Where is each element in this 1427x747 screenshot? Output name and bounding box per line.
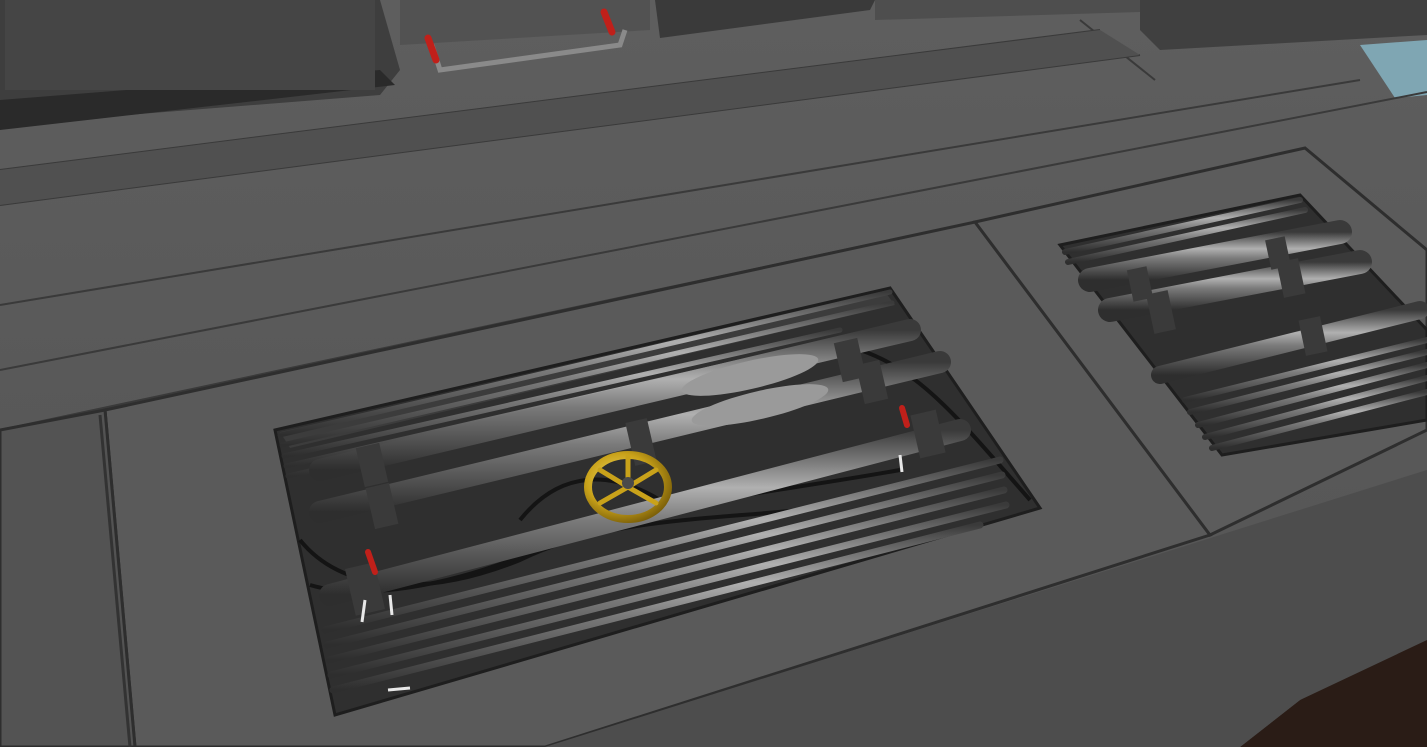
scene-canvas <box>0 0 1427 747</box>
game-viewport[interactable] <box>0 0 1427 747</box>
